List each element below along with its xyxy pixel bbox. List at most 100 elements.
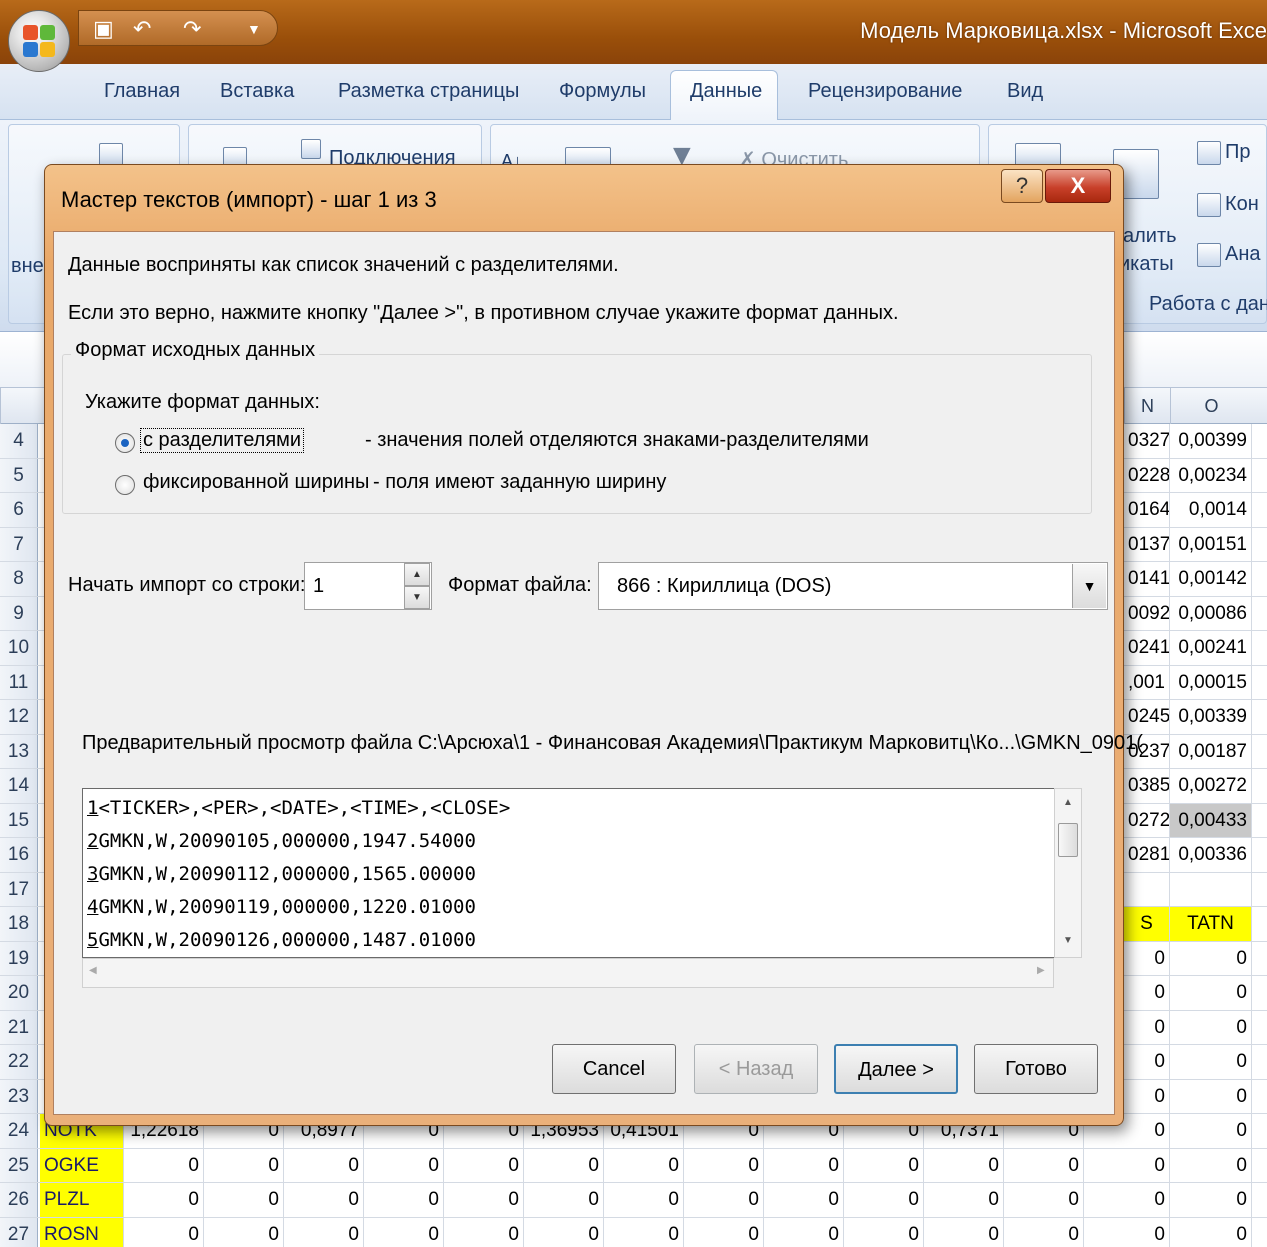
cell-n[interactable]: 0245 <box>1124 700 1170 734</box>
cell-n[interactable]: 0 <box>1124 1010 1170 1044</box>
cell-o[interactable]: 0,00142 <box>1170 562 1252 596</box>
cell-o[interactable]: 0,00234 <box>1170 458 1252 492</box>
value-cell[interactable]: 0 <box>124 1148 204 1182</box>
cell-o[interactable]: 0 <box>1170 976 1252 1010</box>
row-number[interactable]: 19 <box>0 941 38 975</box>
next-button[interactable]: Далее > <box>834 1044 958 1094</box>
cell-o[interactable]: 0,00339 <box>1170 700 1252 734</box>
save-icon[interactable]: ▣ <box>93 17 114 41</box>
radio-delimited[interactable] <box>115 433 135 453</box>
customize-qat-icon[interactable]: ▼ <box>247 17 261 41</box>
external-data-label[interactable]: вне <box>11 255 44 278</box>
cell-o[interactable]: 0 <box>1170 941 1252 975</box>
cell-n[interactable]: 0092 <box>1124 596 1170 630</box>
cell-o[interactable]: 0,0014 <box>1170 493 1252 527</box>
data-validation-label[interactable]: Пр <box>1225 141 1251 164</box>
tab-insert[interactable]: Вставка <box>220 80 294 103</box>
file-preview[interactable]: 1<TICKER>,<PER>,<DATE>,<TIME>,<CLOSE> 2G… <box>82 788 1082 958</box>
cell-n[interactable]: ,001 <box>1124 665 1170 699</box>
duplicates-label[interactable]: икаты <box>1119 253 1174 276</box>
value-cell[interactable]: 0 <box>1170 1114 1252 1148</box>
row-number[interactable]: 22 <box>0 1045 38 1079</box>
value-cell[interactable]: 0 <box>284 1217 364 1247</box>
value-cell[interactable]: 0 <box>604 1148 684 1182</box>
cell-o[interactable]: 0,00086 <box>1170 596 1252 630</box>
column-header-n[interactable]: N <box>1124 388 1170 424</box>
consolidate-icon[interactable] <box>1197 193 1221 217</box>
cell-o[interactable]: 0,00336 <box>1170 838 1252 872</box>
row-number[interactable]: 17 <box>0 872 38 906</box>
cell-n[interactable]: 0281 <box>1124 838 1170 872</box>
radio-fixed-width-label[interactable]: фиксированной ширины <box>143 471 369 494</box>
row-number[interactable]: 9 <box>0 596 38 630</box>
cell-o[interactable]: 0,00399 <box>1170 424 1252 458</box>
cell-n[interactable]: 0141 <box>1124 562 1170 596</box>
row-number[interactable]: 18 <box>0 907 38 941</box>
row-number[interactable]: 21 <box>0 1010 38 1044</box>
value-cell[interactable]: 0 <box>524 1148 604 1182</box>
value-cell[interactable]: 0 <box>524 1217 604 1247</box>
row-number[interactable]: 7 <box>0 527 38 561</box>
row-number[interactable]: 16 <box>0 838 38 872</box>
scroll-thumb[interactable] <box>1058 823 1078 857</box>
back-button[interactable]: < Назад <box>694 1044 818 1094</box>
cell-n[interactable]: S <box>1124 907 1170 941</box>
what-if-label[interactable]: Ана <box>1225 243 1261 266</box>
cell-o[interactable]: 0,00433 <box>1170 803 1252 837</box>
cell-o[interactable]: 0 <box>1170 1045 1252 1079</box>
row-number[interactable]: 10 <box>0 631 38 665</box>
row-number[interactable]: 8 <box>0 562 38 596</box>
tab-formulas[interactable]: Формулы <box>559 80 646 103</box>
value-cell[interactable]: 0 <box>924 1148 1004 1182</box>
remove-label[interactable]: алить <box>1123 225 1177 248</box>
value-cell[interactable]: 0 <box>1004 1148 1084 1182</box>
cell-n[interactable]: 0385 <box>1124 769 1170 803</box>
ticker-cell[interactable]: ROSN <box>40 1217 124 1247</box>
column-header-o[interactable]: O <box>1170 388 1252 424</box>
value-cell[interactable]: 0 <box>364 1217 444 1247</box>
value-cell[interactable]: 0 <box>204 1148 284 1182</box>
close-button[interactable]: X <box>1045 169 1111 203</box>
value-cell[interactable]: 0 <box>844 1217 924 1247</box>
consolidate-label[interactable]: Кон <box>1225 193 1259 216</box>
cell-n[interactable]: 0 <box>1124 976 1170 1010</box>
value-cell[interactable]: 0 <box>1170 1183 1252 1217</box>
tab-page-layout[interactable]: Разметка страницы <box>338 80 519 103</box>
row-number[interactable]: 25 <box>0 1148 38 1182</box>
redo-icon[interactable]: ↷ <box>183 17 201 41</box>
cell-n[interactable]: 0 <box>1124 1079 1170 1113</box>
chevron-down-icon[interactable]: ▼ <box>1072 564 1106 608</box>
cell-n[interactable]: 0 <box>1124 1045 1170 1079</box>
value-cell[interactable]: 0 <box>844 1183 924 1217</box>
start-row-spinner[interactable]: ▲ ▼ <box>404 563 430 609</box>
value-cell[interactable]: 0 <box>524 1183 604 1217</box>
value-cell[interactable]: 0 <box>684 1217 764 1247</box>
tab-home[interactable]: Главная <box>104 80 180 103</box>
cell-n[interactable]: 0228 <box>1124 458 1170 492</box>
row-number[interactable]: 12 <box>0 700 38 734</box>
row-number[interactable]: 11 <box>0 665 38 699</box>
row-number[interactable]: 26 <box>0 1183 38 1217</box>
row-number[interactable]: 20 <box>0 976 38 1010</box>
scroll-down-icon[interactable]: ▼ <box>1063 935 1073 946</box>
cell-n[interactable]: 0164 <box>1124 493 1170 527</box>
row-number[interactable]: 14 <box>0 769 38 803</box>
what-if-icon[interactable] <box>1197 243 1221 267</box>
value-cell[interactable]: 0 <box>444 1217 524 1247</box>
value-cell[interactable]: 0 <box>1004 1183 1084 1217</box>
value-cell[interactable]: 0 <box>924 1217 1004 1247</box>
file-origin-select[interactable]: 866 : Кириллица (DOS) <box>598 562 1108 610</box>
cancel-button[interactable]: Cancel <box>552 1044 676 1094</box>
cell-o[interactable]: 0 <box>1170 1079 1252 1113</box>
undo-icon[interactable]: ↶ <box>133 17 151 41</box>
select-all-corner[interactable] <box>0 388 38 424</box>
cell-o[interactable]: 0 <box>1170 1010 1252 1044</box>
preview-vertical-scrollbar[interactable]: ▲ ▼ <box>1054 788 1082 958</box>
cell-n[interactable]: 0272 <box>1124 803 1170 837</box>
cell-n[interactable]: 0327 <box>1124 424 1170 458</box>
value-cell[interactable]: 0 <box>1170 1148 1252 1182</box>
row-number[interactable]: 24 <box>0 1114 38 1148</box>
value-cell[interactable]: 0 <box>364 1148 444 1182</box>
scroll-left-icon[interactable]: ◀ <box>89 965 97 976</box>
cell-o[interactable]: TATN <box>1170 907 1252 941</box>
